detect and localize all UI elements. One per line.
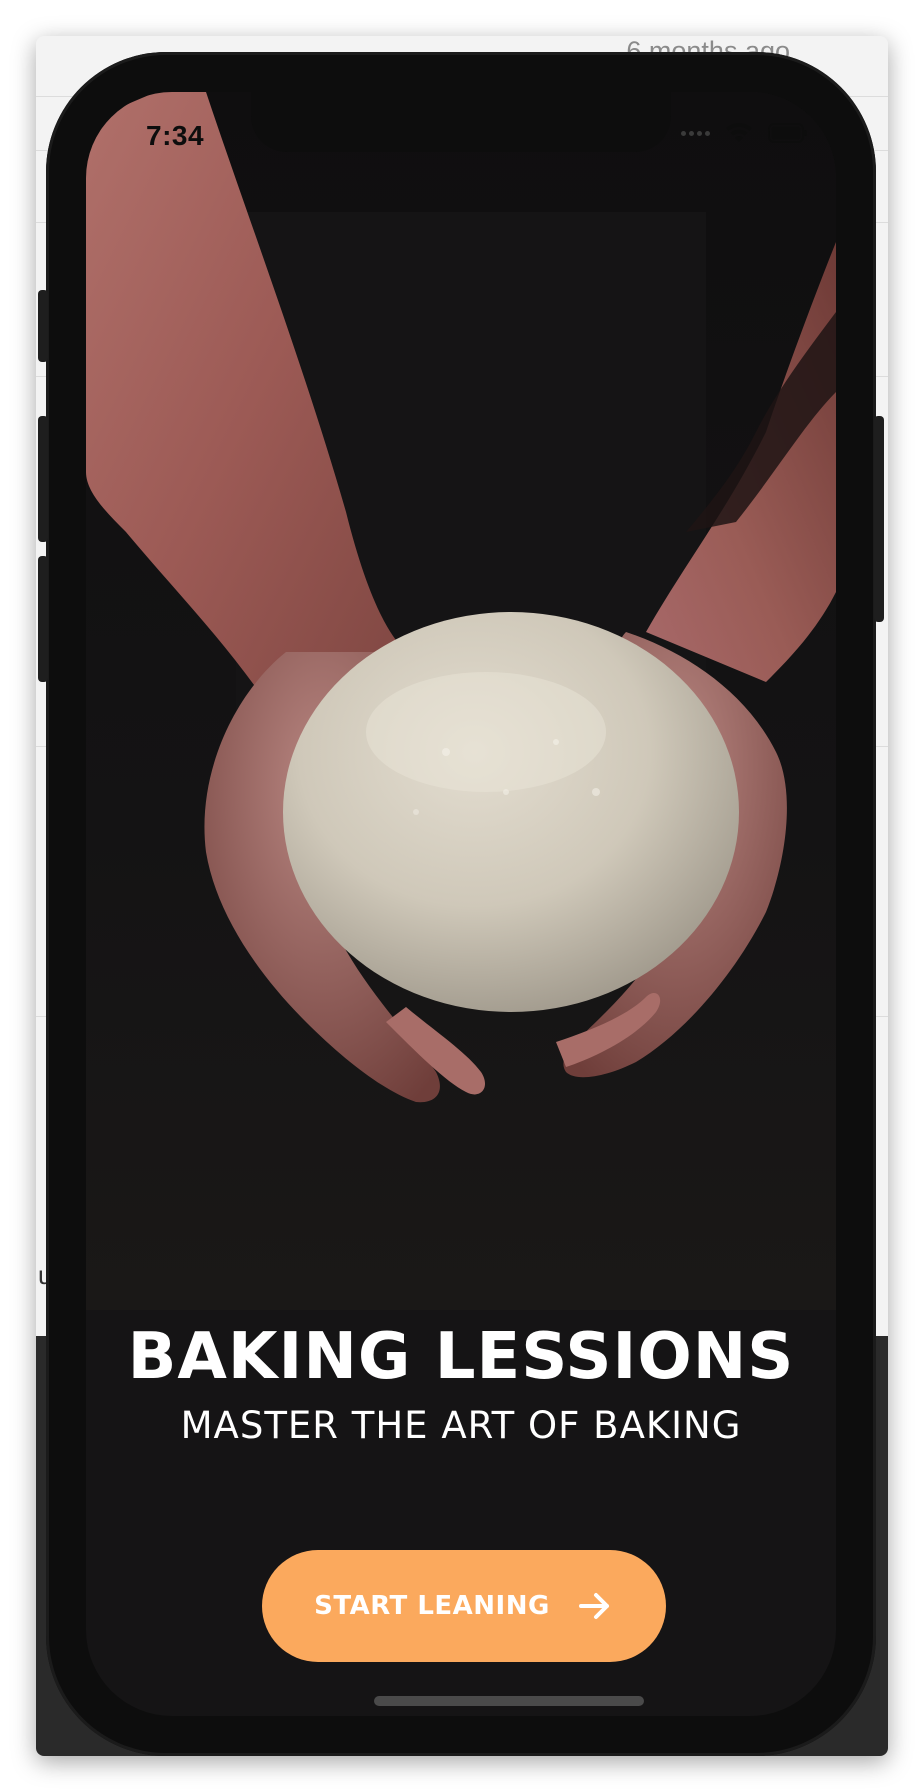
signal-dots-icon xyxy=(681,130,710,136)
arrow-right-icon xyxy=(578,1593,609,1619)
battery-icon xyxy=(768,123,807,143)
home-indicator[interactable] xyxy=(374,1696,644,1706)
start-learning-button[interactable]: START LEANING xyxy=(262,1550,666,1662)
start-learning-label: START LEANING xyxy=(314,1591,550,1621)
status-icons xyxy=(681,122,808,144)
app-screen: 7:34 BAKING LESSIONS MASTER THE ART OF B… xyxy=(86,92,836,1716)
hands-holding-dough-photo xyxy=(86,92,836,1310)
device-notch xyxy=(251,92,671,152)
status-time: 7:34 xyxy=(146,120,205,151)
page-subtitle: MASTER THE ART OF BAKING xyxy=(180,1404,742,1447)
power-button xyxy=(874,416,884,622)
phone-frame: 7:34 BAKING LESSIONS MASTER THE ART OF B… xyxy=(38,52,884,1756)
volume-up-button xyxy=(38,416,48,542)
hero-image xyxy=(86,92,836,1310)
page-title: BAKING LESSIONS xyxy=(127,1320,795,1394)
mute-switch xyxy=(38,290,48,362)
volume-down-button xyxy=(38,556,48,682)
wifi-icon xyxy=(726,123,752,142)
